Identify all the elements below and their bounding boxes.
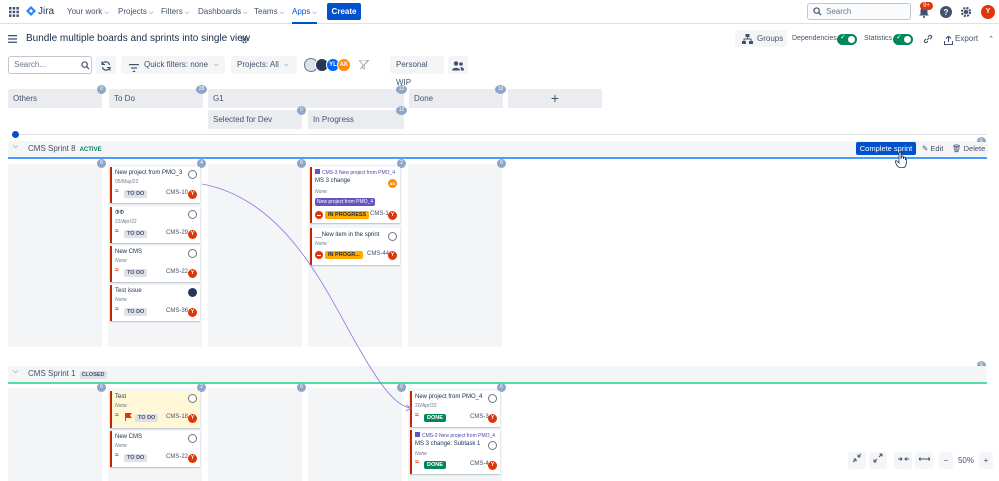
- narrow-columns-button[interactable]: [894, 452, 912, 469]
- dependency-link-arrow: [201, 183, 412, 412]
- collapse-all-button[interactable]: [848, 452, 866, 469]
- arrows-outward-icon: [917, 456, 931, 465]
- collapse-icon: [852, 453, 862, 465]
- widen-columns-button[interactable]: [915, 452, 933, 469]
- zoom-in-button[interactable]: +: [979, 452, 993, 469]
- zoom-out-button[interactable]: −: [939, 452, 953, 469]
- zoom-level: 50%: [957, 456, 974, 465]
- expand-icon: [873, 453, 883, 465]
- expand-all-button[interactable]: [869, 452, 887, 469]
- arrows-inward-icon: [897, 456, 909, 465]
